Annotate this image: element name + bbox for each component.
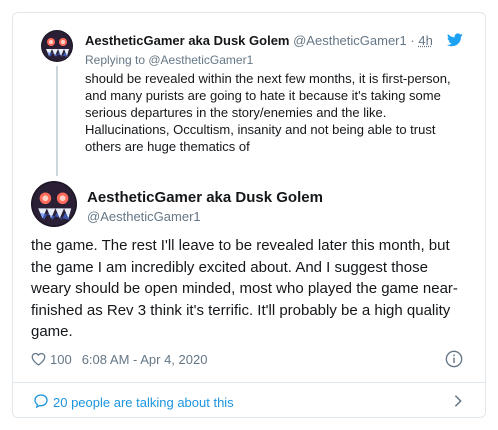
embedded-tweet-card: AestheticGamer aka Dusk Golem @Aesthetic… [12, 12, 486, 418]
display-name[interactable]: AestheticGamer aka Dusk Golem [85, 33, 289, 48]
display-name[interactable]: AestheticGamer aka Dusk Golem [87, 189, 323, 206]
thread-line [56, 66, 58, 176]
tweet-text: the game. The rest I'll leave to be reve… [31, 237, 458, 340]
timestamp[interactable]: 6:08 AM - Apr 4, 2020 [82, 352, 208, 367]
talking-about-link[interactable]: 20 people are talking about this [53, 395, 234, 410]
chevron-right-icon[interactable] [453, 394, 463, 408]
twitter-bird-icon[interactable] [447, 33, 463, 47]
info-icon[interactable] [445, 350, 463, 368]
avatar-image [31, 181, 77, 227]
avatar[interactable] [41, 30, 73, 62]
separator: · [410, 33, 415, 48]
relative-time[interactable]: 4h [418, 33, 432, 48]
parent-tweet-header: AestheticGamer aka Dusk Golem @Aesthetic… [85, 33, 465, 49]
like-count[interactable]: 100 [50, 352, 72, 367]
replying-to[interactable]: Replying to @AestheticGamer1 [85, 53, 253, 67]
talking-about-row[interactable]: 20 people are talking about this [13, 383, 485, 419]
speech-bubble-icon [34, 394, 48, 409]
parent-tweet[interactable]: AestheticGamer aka Dusk Golem @Aesthetic… [13, 13, 485, 176]
avatar[interactable] [31, 181, 77, 227]
heart-icon[interactable] [31, 352, 46, 366]
handle[interactable]: @AestheticGamer1 [293, 33, 407, 48]
avatar-image [41, 30, 73, 62]
tweet-meta: 100 6:08 AM - Apr 4, 2020 [31, 350, 207, 368]
handle[interactable]: @AestheticGamer1 [87, 209, 201, 224]
parent-tweet-text: should be revealed within the next few m… [85, 71, 451, 154]
